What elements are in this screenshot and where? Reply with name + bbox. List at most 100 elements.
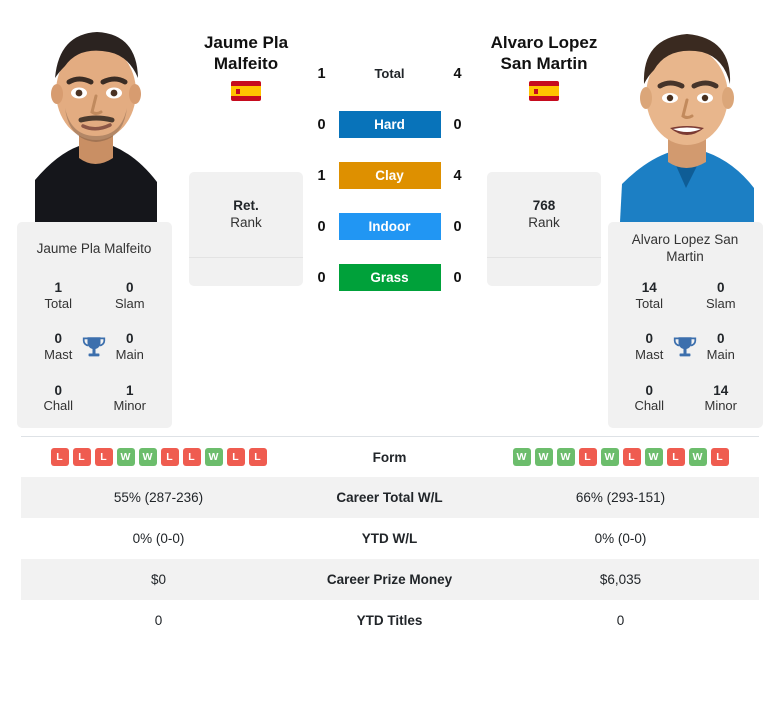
form-strip-right: WWWLWLWLWL (487, 448, 755, 466)
titles-chall-left-value: 0 (54, 382, 62, 398)
form-badge-win[interactable]: W (138, 448, 157, 466)
player-left-titles-grid: 1 Total 0 Slam 0 Mast 0 Main 0 Chall 1 M… (23, 280, 166, 414)
surface-total-right-value: 4 (453, 65, 462, 82)
form-badge-win[interactable]: W (512, 448, 531, 466)
form-badge-loss[interactable]: L (182, 448, 201, 466)
table-row-career-total-wl: 55% (287-236) Career Total W/L 66% (293-… (20, 477, 759, 519)
table-row-career-prize-money: $0 Career Prize Money $6,035 (20, 559, 759, 601)
titles-total-left-value: 1 (54, 280, 62, 295)
titles-slam-left-value: 0 (125, 280, 134, 295)
row-label-career-prize-money: Career Prize Money (326, 572, 453, 588)
row-label-ytd-wl: YTD W/L (361, 531, 418, 547)
titles-minor-right-value: 14 (713, 382, 729, 398)
titles-slam-right-value: 0 (716, 280, 725, 295)
form-badge-loss[interactable]: L (578, 448, 597, 466)
form-badge-loss[interactable]: L (248, 448, 267, 466)
comparison-stats-table: LLLWWLLWLL Form WWWLWLWLWL 55% (287-236)… (20, 435, 759, 642)
titles-total-right: 14 Total (614, 280, 686, 311)
titles-chall-right: 0 Chall (614, 383, 686, 414)
form-badge-win[interactable]: W (644, 448, 663, 466)
titles-slam-left-label: Slam (114, 295, 145, 311)
form-badge-win[interactable]: W (204, 448, 223, 466)
form-badge-win[interactable]: W (556, 448, 575, 466)
surface-row-total: 1 Total 4 (309, 60, 471, 87)
player-right-titles-grid: 14 Total 0 Slam 0 Mast 0 Main 0 Chall 14… (614, 280, 757, 414)
titles-chall-right-label: Chall (634, 398, 665, 414)
spain-flag-icon (529, 80, 559, 101)
form-badge-loss[interactable]: L (622, 448, 641, 466)
surface-breakdown: 1 Total 4 0 Hard 0 1 Clay 4 0 Indoor 0 0… (303, 12, 476, 291)
titles-slam-right-label: Slam (705, 295, 736, 311)
ytd-titles-left: 0 (154, 613, 163, 629)
player-right-summary-card: Alvaro Lopez San Martin 14 Total 0 Slam (607, 222, 763, 428)
player-left-photo (16, 12, 172, 222)
form-badge-win[interactable]: W (688, 448, 707, 466)
titles-total-left-label: Total (44, 295, 72, 311)
surface-indoor-right-value: 0 (453, 218, 462, 235)
player-left-column: Jaume Pla Malfeito 1 Total 0 Slam 0 Mast… (10, 12, 178, 428)
ytd-titles-right: 0 (616, 613, 625, 629)
form-badge-loss[interactable]: L (72, 448, 91, 466)
rank-cell-left-1: 501 High (189, 257, 303, 286)
surface-grass-left-value: 0 (317, 269, 326, 286)
player-left-rank-stack: Jaume Pla Malfeito Ret. Rank 501 High 29… (178, 12, 303, 286)
rank-cell-right-0: 768 Rank (487, 172, 601, 257)
surface-total-left-value: 1 (317, 65, 326, 82)
player-left-name: Jaume Pla Malfeito (203, 33, 289, 74)
form-badge-loss[interactable]: L (160, 448, 179, 466)
trophy-icon (82, 337, 106, 357)
titles-slam-right: 0 Slam (685, 280, 757, 311)
surface-row-clay: 1 Clay 4 (309, 162, 471, 189)
surface-clay-bar[interactable]: Clay (338, 162, 441, 189)
titles-total-left: 1 Total (23, 280, 95, 311)
rank-value-right-1: 280 (533, 284, 556, 286)
player-left-card-name: Jaume Pla Malfeito (36, 240, 152, 256)
surface-hard-left-value: 0 (317, 116, 326, 133)
table-row-ytd-titles: 0 YTD Titles 0 (21, 600, 759, 641)
portrait-right-image (607, 12, 763, 222)
head-to-head-comparison: Jaume Pla Malfeito 1 Total 0 Slam 0 Mast… (0, 0, 779, 428)
form-badge-win[interactable]: W (116, 448, 135, 466)
titles-chall-right-value: 0 (645, 382, 653, 398)
form-badge-loss[interactable]: L (710, 448, 729, 466)
form-strip-left: LLLWWLLWLL (25, 448, 293, 466)
row-label-ytd-titles: YTD Titles (356, 613, 423, 629)
row-label-career-total-wl: Career Total W/L (336, 490, 443, 506)
surface-row-hard: 0 Hard 0 (309, 111, 471, 138)
rank-value-left-1: 501 (235, 284, 258, 286)
career-total-wl-left: 55% (287-236) (113, 490, 204, 506)
player-right-name: Alvaro Lopez San Martin (490, 33, 598, 74)
player-left-summary-card: Jaume Pla Malfeito 1 Total 0 Slam 0 Mast… (16, 222, 172, 428)
trophy-icon (673, 337, 697, 357)
player-right-column: Alvaro Lopez San Martin 14 Total 0 Slam (601, 12, 769, 428)
player-right-photo (607, 12, 763, 222)
surface-grass-bar[interactable]: Grass (338, 264, 441, 291)
surface-row-indoor: 0 Indoor 0 (309, 213, 471, 240)
form-badge-loss[interactable]: L (50, 448, 69, 466)
surface-grass-right-value: 0 (453, 269, 462, 286)
titles-minor-right-label: Minor (704, 398, 737, 414)
career-total-wl-right: 66% (293-151) (575, 490, 666, 506)
rank-cell-left-0: Ret. Rank (189, 172, 303, 257)
form-badge-loss[interactable]: L (666, 448, 685, 466)
ytd-wl-left: 0% (0-0) (132, 531, 185, 547)
surface-hard-right-value: 0 (453, 116, 462, 133)
surface-indoor-bar[interactable]: Indoor (338, 213, 441, 240)
form-badge-win[interactable]: W (534, 448, 553, 466)
surface-hard-bar[interactable]: Hard (338, 111, 441, 138)
form-badge-win[interactable]: W (600, 448, 619, 466)
surface-clay-left-value: 1 (317, 167, 326, 184)
form-badge-loss[interactable]: L (226, 448, 245, 466)
titles-total-right-value: 14 (641, 280, 657, 295)
surface-total-label: Total (374, 66, 405, 81)
ytd-wl-right: 0% (0-0) (594, 531, 647, 547)
titles-minor-left-label: Minor (113, 398, 146, 414)
career-prize-money-right: $6,035 (599, 572, 642, 588)
form-badge-loss[interactable]: L (94, 448, 113, 466)
form-right-cell: WWWLWLWLWL (482, 435, 759, 478)
player-right-card-name: Alvaro Lopez San Martin (631, 232, 739, 264)
titles-minor-left-value: 1 (125, 382, 134, 398)
player-right-rank-card: 768 Rank 280 High 27 Age R Plays (487, 172, 601, 286)
surface-row-grass: 0 Grass 0 (309, 264, 471, 291)
titles-slam-left: 0 Slam (94, 280, 166, 311)
